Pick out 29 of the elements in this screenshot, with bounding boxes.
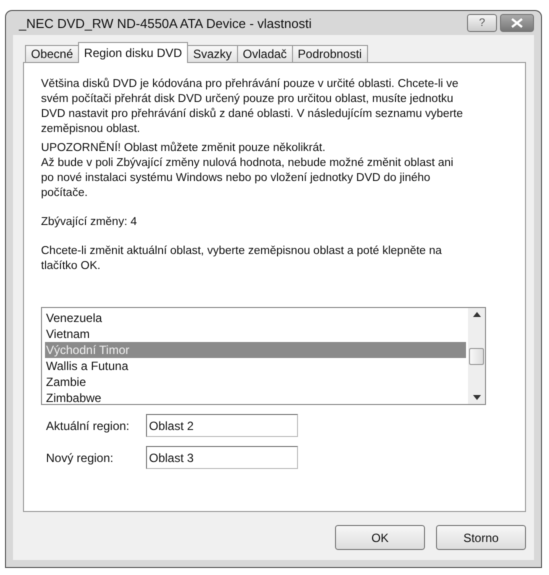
list-item[interactable]: Zambie — [45, 374, 466, 390]
tab[interactable]: Ovladač — [236, 45, 293, 63]
dialog-button[interactable]: OK — [335, 525, 425, 550]
info-text: Chcete-li změnit aktuální oblast, vyberte zeměpisnou oblast a poté klepněte na tlačítko OK. — [41, 244, 443, 274]
scrollbar[interactable] — [468, 308, 485, 404]
tab[interactable]: Podrobnosti — [292, 45, 368, 63]
close-icon — [510, 18, 524, 28]
tab[interactable]: Obecné — [25, 45, 80, 63]
input-field[interactable]: Oblast 3 — [146, 446, 298, 469]
list-item[interactable]: Vietnam — [45, 326, 466, 342]
field-label: Nový region: — [46, 450, 114, 464]
scroll-up-icon[interactable] — [472, 312, 480, 317]
scroll-thumb[interactable] — [469, 348, 484, 364]
help-button[interactable]: ? — [467, 14, 497, 32]
close-button[interactable] — [500, 14, 534, 32]
info-text: Až bude v poli Zbývající změny nulová hodnota, nebude možné změnit oblast ani po nové instalaci systému Windows nebo po vložení jednotky DVD do jiného počítače. — [41, 156, 454, 201]
tab[interactable]: Region disku DVD — [78, 42, 188, 63]
dialog-button[interactable]: Storno — [436, 525, 526, 550]
field-label: Aktuální region: — [46, 418, 130, 432]
tab[interactable]: Svazky — [187, 45, 238, 63]
scroll-down-icon[interactable] — [472, 395, 480, 400]
info-text: UPOZORNĚNÍ! Oblast můžete změnit pouze několikrát. — [41, 141, 326, 156]
list-item[interactable]: Zimbabwe — [45, 390, 466, 404]
input-field[interactable]: Oblast 2 — [146, 414, 298, 437]
window-title: _NEC DVD_RW ND-4550A ATA Device - vlastnosti — [18, 16, 313, 30]
list-item[interactable]: Venezuela — [45, 310, 466, 326]
list-item[interactable]: Wallis a Futuna — [45, 358, 466, 374]
info-text: Zbývající změny: 4 — [41, 215, 138, 230]
info-text: Většina disků DVD je kódována pro přehrávání pouze v určité oblasti. Chcete-li ve svém počítači přehrát disk DVD určený pouze pro určitou oblast, musíte jednotku DVD nastavit pro přehrávání disků z dané oblasti. V následujícím seznamu vyberte zeměpisnou oblast. — [41, 77, 464, 137]
